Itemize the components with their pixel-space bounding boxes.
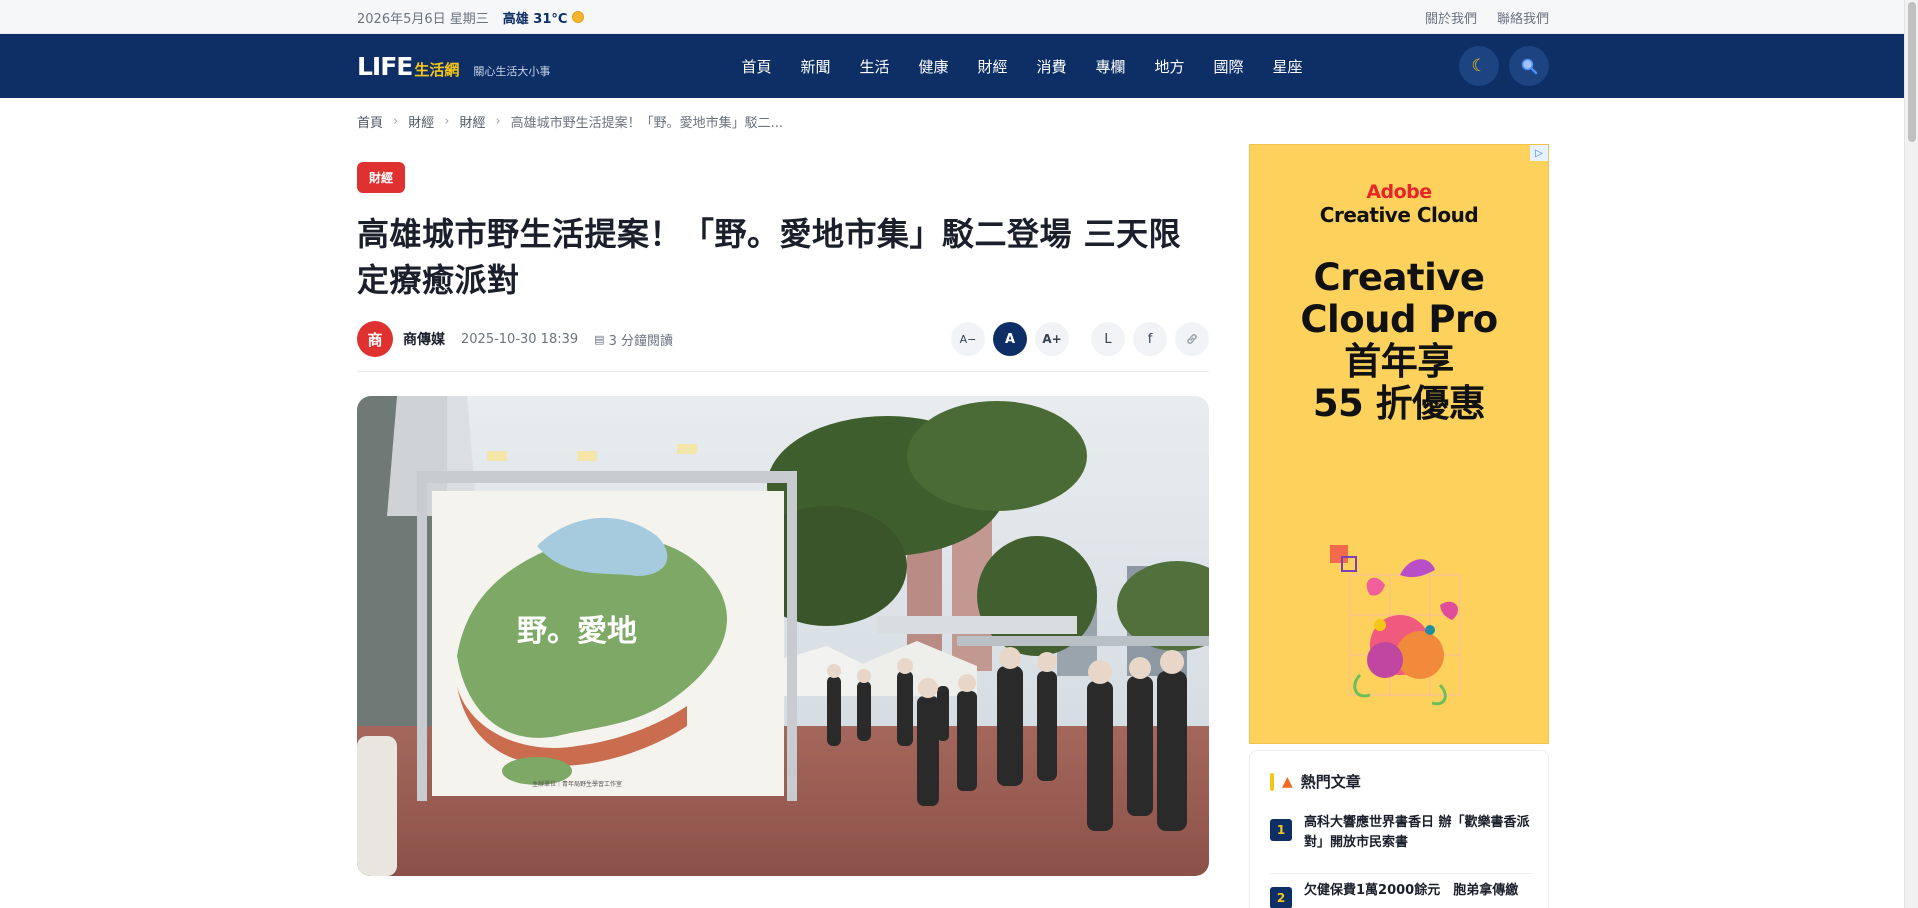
share-line-button[interactable]: L [1091, 322, 1125, 356]
board-title: 野。愛地 [517, 614, 637, 649]
site-header: LIFE 生活網 關心生活大小事 首頁 新聞 生活 健康 財經 消費 專欄 地方… [0, 34, 1918, 98]
hero-photo: 野。愛地 主辦單位｜青年局野生學習工作室 [357, 396, 1209, 876]
accent-bar [1270, 772, 1274, 791]
logo-sub: 生活網 [414, 60, 460, 79]
article-meta: 商 商傳媒 2025-10-30 18:39 ▤ 3 分鐘閱讀 A− A A+ … [357, 317, 1209, 361]
ad-flower-illustration [1330, 545, 1461, 706]
font-size-normal-button[interactable]: A [993, 322, 1027, 356]
font-size-decrease-button[interactable]: A− [951, 322, 985, 356]
article-tools: A− A A+ L f [951, 322, 1209, 356]
ad-brand-product: Creative Cloud [1319, 203, 1479, 227]
sidebar-ad[interactable]: ▷ Adobe Creative Cloud Creative Cloud Pr… [1249, 144, 1549, 744]
breadcrumb-separator: › [495, 114, 501, 129]
breadcrumb-current: 高雄城市野生活提案！「野。愛地市集」駁二... [510, 116, 784, 131]
author-name[interactable]: 商傳媒 [403, 329, 445, 349]
weather-widget: 高雄 31°C [503, 8, 585, 27]
meta-divider [357, 371, 1209, 372]
breadcrumb-home[interactable]: 首頁 [357, 112, 383, 131]
nav-item-international[interactable]: 國際 [1199, 56, 1258, 77]
about-link[interactable]: 關於我們 [1425, 8, 1477, 27]
nav-item-horoscope[interactable]: 星座 [1258, 56, 1317, 77]
page-scrollbar[interactable] [1904, 0, 1918, 908]
ad-headline-line: 首年享 [1344, 340, 1454, 383]
hot-article-title[interactable]: 欠健保費1萬2000餘元 胞弟拿傳繳 [1304, 881, 1518, 908]
site-logo[interactable]: LIFE 生活網 關心生活大小事 [357, 52, 550, 81]
search-button[interactable] [1509, 46, 1549, 86]
font-size-increase-button[interactable]: A+ [1035, 322, 1069, 356]
nav-item-life[interactable]: 生活 [845, 56, 904, 77]
breadcrumb-separator: › [444, 114, 450, 129]
publish-datetime: 2025-10-30 18:39 [461, 331, 579, 347]
copy-link-button[interactable] [1175, 322, 1209, 356]
read-time-text: 3 分鐘閱讀 [608, 333, 673, 349]
hot-articles-header: ▲ 熱門文章 [1270, 771, 1361, 792]
hot-article-item[interactable]: 2 欠健保費1萬2000餘元 胞弟拿傳繳 [1270, 881, 1532, 908]
ad-headline-line: Cloud Pro [1300, 298, 1498, 341]
hot-articles-title: 熱門文章 [1300, 773, 1361, 791]
book-icon: ▤ [594, 332, 605, 346]
board-footer: 主辦單位｜青年局野生學習工作室 [532, 780, 622, 788]
nav-item-health[interactable]: 健康 [904, 56, 963, 77]
share-facebook-button[interactable]: f [1133, 322, 1167, 356]
contact-link[interactable]: 聯絡我們 [1497, 8, 1549, 27]
moon-icon: ☾ [1471, 56, 1487, 76]
weather-text: 高雄 31°C [502, 11, 568, 27]
current-date: 2026年5月6日 星期三 [357, 11, 489, 27]
ad-brand-adobe: Adobe [1366, 181, 1432, 203]
article-title: 高雄城市野生活提案！「野。愛地市集」駁二登場 三天限定療癒派對 [357, 215, 1182, 299]
nav-item-finance[interactable]: 財經 [963, 56, 1022, 77]
nav-item-home[interactable]: 首頁 [727, 56, 786, 77]
hot-article-item[interactable]: 1 高科大響應世界書香日 辦「歡樂書香派對」開放市民索書 [1270, 813, 1532, 853]
link-icon [1187, 334, 1197, 344]
sun-icon [572, 11, 585, 23]
search-icon [1521, 58, 1538, 75]
rank-badge: 1 [1270, 819, 1292, 841]
rank-badge: 2 [1270, 887, 1292, 908]
adchoices-icon[interactable]: ▷ [1530, 145, 1548, 161]
ad-headline-line: 55 折優惠 [1312, 382, 1486, 425]
fire-icon: ▲ [1282, 773, 1293, 790]
author-avatar[interactable]: 商 [357, 321, 393, 357]
breadcrumb-separator: › [393, 114, 399, 129]
nav-item-news[interactable]: 新聞 [786, 56, 845, 77]
logo-main: LIFE [357, 51, 413, 81]
breadcrumb-finance[interactable]: 財經 [408, 112, 434, 131]
read-time: ▤ 3 分鐘閱讀 [594, 330, 673, 349]
dark-mode-button[interactable]: ☾ [1459, 46, 1499, 86]
nav-item-local[interactable]: 地方 [1140, 56, 1199, 77]
ad-headline: Creative Cloud Pro 首年享 55 折優惠 [1250, 257, 1548, 425]
nav-item-column[interactable]: 專欄 [1081, 56, 1140, 77]
nav-item-consumer[interactable]: 消費 [1022, 56, 1081, 77]
hot-article-title[interactable]: 高科大響應世界書香日 辦「歡樂書香派對」開放市民索書 [1304, 813, 1532, 853]
site-slogan: 關心生活大小事 [473, 64, 551, 78]
ad-headline-line: Creative [1313, 256, 1485, 299]
hero-image: 野。愛地 主辦單位｜青年局野生學習工作室 [357, 396, 1209, 876]
hot-articles-widget: ▲ 熱門文章 1 高科大響應世界書香日 辦「歡樂書香派對」開放市民索書 2 欠健… [1249, 750, 1549, 908]
article: 財經 高雄城市野生活提案！「野。愛地市集」駁二登場 三天限定療癒派對 商 商傳媒… [357, 162, 1209, 876]
scrollbar-thumb[interactable] [1908, 2, 1916, 142]
main-nav: 首頁 新聞 生活 健康 財經 消費 專欄 地方 國際 星座 [727, 56, 1317, 77]
top-info-bar: 2026年5月6日 星期三 高雄 31°C 關於我們 聯絡我們 [0, 0, 1918, 34]
breadcrumb: 首頁 › 財經 › 財經 › 高雄城市野生活提案！「野。愛地市集」駁二... [357, 112, 783, 131]
breadcrumb-finance-sub[interactable]: 財經 [459, 112, 485, 131]
list-divider [1270, 873, 1532, 874]
category-badge[interactable]: 財經 [357, 162, 406, 193]
